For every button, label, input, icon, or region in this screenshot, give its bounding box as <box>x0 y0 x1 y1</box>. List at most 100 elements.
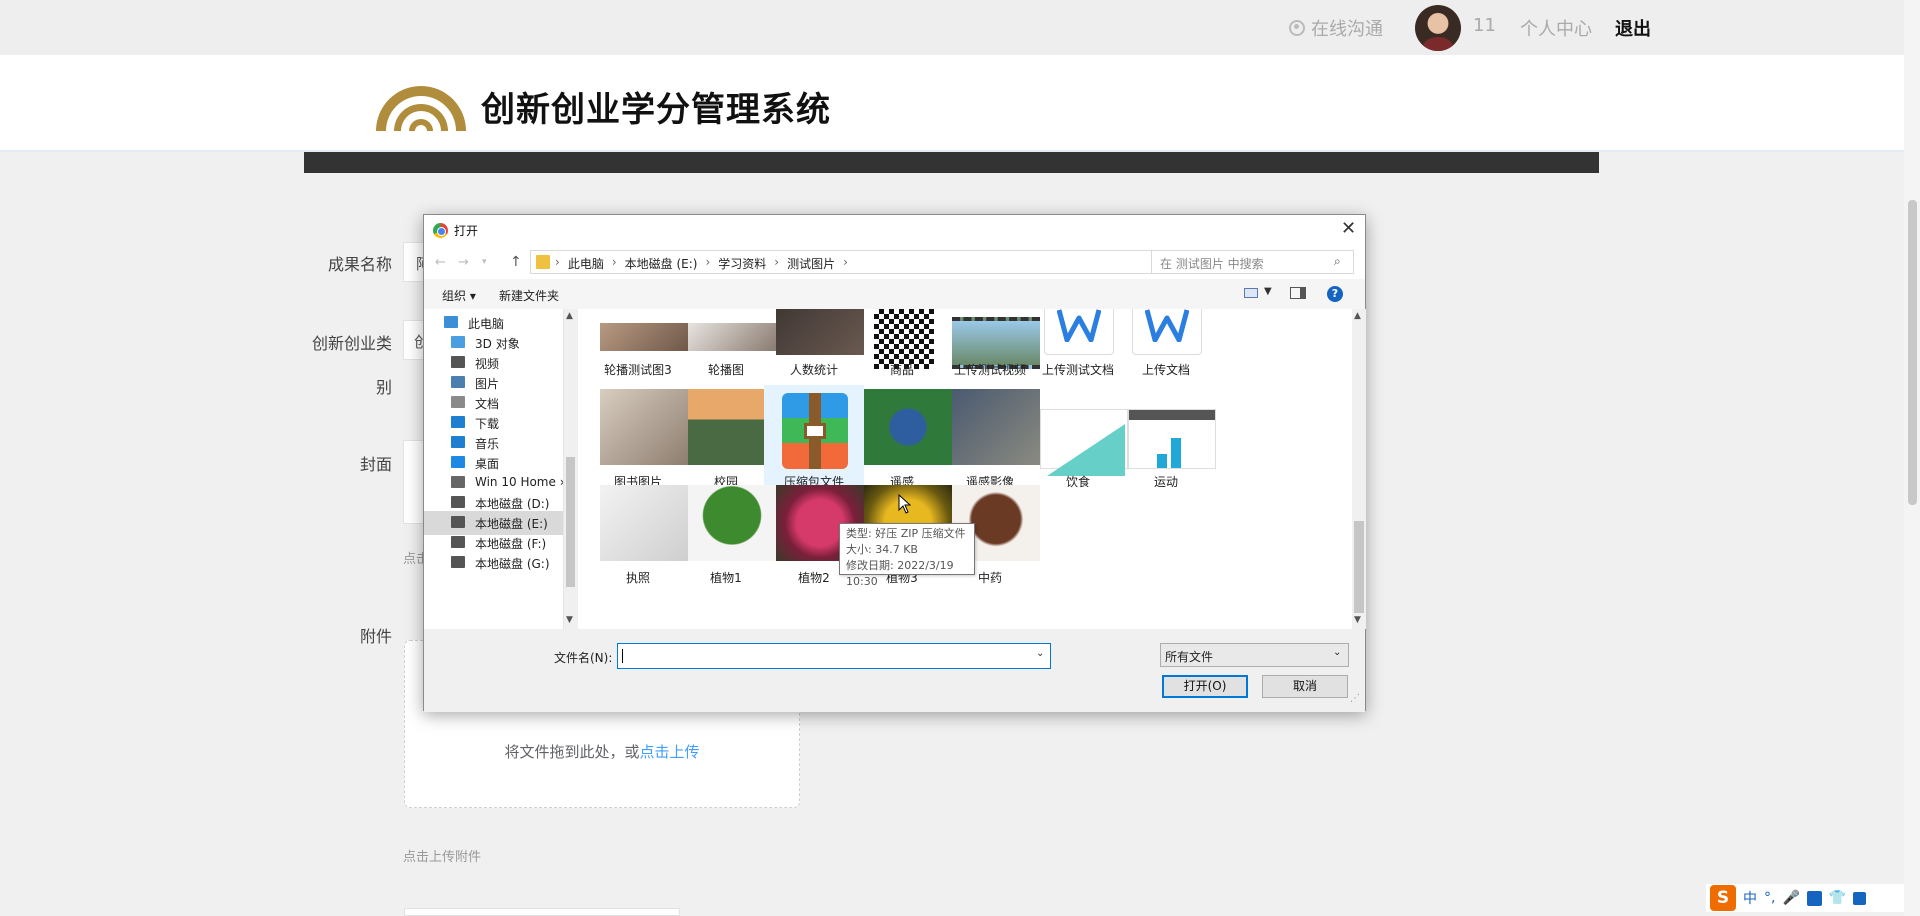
this-pc-icon <box>444 316 458 328</box>
navigation-pane: 此电脑 3D 对象 视频 图片 文档 下载 音乐 桌面 Win 10 Home › 本地磁盘 (D… <box>424 309 564 629</box>
files-scrollbar[interactable]: ▲ ▼ <box>1352 309 1366 629</box>
files-scroll-thumb[interactable] <box>1354 521 1364 613</box>
logout-link[interactable]: 退出 <box>1615 15 1651 41</box>
attachment-label: 附件 <box>359 627 392 646</box>
close-icon[interactable]: ✕ <box>1341 218 1356 239</box>
history-dropdown-icon[interactable]: ▾ <box>482 257 487 267</box>
nav-item-label: Win 10 Home › <box>475 475 564 489</box>
ime-punctuation[interactable]: °, <box>1764 890 1775 906</box>
help-icon[interactable]: ? <box>1327 286 1343 302</box>
dialog-footer: 文件名(N): ⌄ 所有文件 ⌄ 打开(O) 取消 <box>424 629 1365 712</box>
file-tooltip: 类型: 好压 ZIP 压缩文件 大小: 34.7 KB 修改日期: 2022/3… <box>839 523 975 588</box>
nav-item-label: 视频 <box>475 357 500 371</box>
name-label: 成果名称 <box>327 255 392 274</box>
nav-item-label: 本地磁盘 (F:) <box>475 537 547 551</box>
dialog-titlebar[interactable]: 打开 ✕ <box>424 215 1365 245</box>
file-item-diet[interactable]: 饮食 <box>1028 385 1128 497</box>
file-item-sports[interactable]: 运动 <box>1116 385 1216 497</box>
back-arrow-icon[interactable]: ← <box>435 255 446 270</box>
scroll-down-icon[interactable]: ▼ <box>1354 615 1361 625</box>
chart-thumb <box>1128 409 1216 469</box>
up-arrow-icon[interactable]: ↑ <box>510 254 522 270</box>
online-chat-link[interactable]: 在线沟通 <box>1289 15 1383 41</box>
file-label: 运动 <box>1153 475 1178 489</box>
breadcrumb-this-pc[interactable]: 此电脑 <box>568 255 604 272</box>
online-chat-label: 在线沟通 <box>1311 19 1383 40</box>
qr-code-thumb <box>874 309 934 369</box>
keyboard-icon[interactable] <box>1806 890 1822 906</box>
file-label: 植物1 <box>710 571 742 585</box>
filename-input[interactable]: ⌄ <box>617 643 1051 669</box>
tooltip-date: 修改日期: 2022/3/19 10:30 <box>846 559 954 588</box>
top-bar: 在线沟通 11 个人中心 退出 <box>0 0 1904 55</box>
view-dropdown-icon[interactable]: ▼ <box>1264 286 1272 297</box>
downloads-icon <box>451 416 465 428</box>
chrome-icon <box>433 223 448 238</box>
image-thumbnail <box>688 323 776 351</box>
nav-scrollbar[interactable]: ▲ ▼ <box>564 309 577 629</box>
search-icon: ⌕ <box>1334 254 1341 268</box>
nav-item-label: 桌面 <box>475 457 500 471</box>
word-doc-icon <box>1132 309 1202 355</box>
word-doc-icon <box>1044 309 1114 355</box>
view-mode-icon[interactable] <box>1244 288 1258 298</box>
image-thumbnail <box>776 309 864 355</box>
organize-button[interactable]: 组织 ▾ <box>442 287 476 304</box>
file-label: 上传测试文档 <box>1041 363 1114 377</box>
forward-arrow-icon[interactable]: → <box>458 255 469 270</box>
click-upload-link[interactable]: 点击上传 <box>640 743 700 761</box>
ime-toolbar[interactable]: S 中 °, 🎤 👕 <box>1706 884 1904 912</box>
win10-home-icon <box>451 476 465 488</box>
file-item-plant-1[interactable]: 植物1 <box>676 481 776 593</box>
cancel-button[interactable]: 取消 <box>1262 675 1348 698</box>
grid-icon[interactable] <box>1853 891 1867 905</box>
breadcrumb-test-images[interactable]: 测试图片 <box>787 255 835 272</box>
resize-grip-icon[interactable]: ⋰ <box>1350 693 1360 704</box>
sogou-ime-icon[interactable]: S <box>1710 885 1736 911</box>
nav-scroll-thumb[interactable] <box>566 457 575 587</box>
nav-item-label: 本地磁盘 (E:) <box>475 517 548 531</box>
nav-item-label: 图片 <box>475 377 500 391</box>
drive-f-icon <box>451 536 465 548</box>
category-label-cont: 别 <box>375 378 392 397</box>
scroll-down-icon[interactable]: ▼ <box>566 615 573 625</box>
breadcrumb-study[interactable]: 学习资料 <box>718 255 766 272</box>
file-item-license[interactable]: 执照 <box>588 481 688 593</box>
3d-objects-icon <box>451 336 465 348</box>
ime-language[interactable]: 中 <box>1743 888 1757 908</box>
nav-item-label: 文档 <box>475 397 500 411</box>
open-button[interactable]: 打开(O) <box>1162 675 1248 698</box>
avatar[interactable] <box>1415 5 1461 51</box>
breadcrumb-sep: › <box>611 255 617 269</box>
desktop-icon <box>451 456 465 468</box>
shirt-icon[interactable]: 👕 <box>1829 890 1846 906</box>
scroll-up-icon[interactable]: ▲ <box>1354 311 1361 321</box>
page-scroll-thumb[interactable] <box>1908 200 1917 505</box>
address-bar[interactable]: › 此电脑 › 本地磁盘 (E:) › 学习资料 › 测试图片 › ⌄ ↻ <box>530 250 1238 274</box>
nav-item-label: 下载 <box>475 417 500 431</box>
preview-pane-icon[interactable] <box>1290 287 1306 299</box>
logo-arch-icon <box>376 86 466 131</box>
folder-icon <box>536 255 550 269</box>
microphone-icon[interactable]: 🎤 <box>1782 890 1799 906</box>
next-field[interactable] <box>404 908 680 916</box>
personal-center-link[interactable]: 个人中心 <box>1520 15 1592 41</box>
nav-item-drive-g[interactable]: 本地磁盘 (G:) <box>424 551 563 575</box>
breadcrumb-drive-e[interactable]: 本地磁盘 (E:) <box>625 255 698 272</box>
new-folder-button[interactable]: 新建文件夹 <box>499 287 559 304</box>
drive-e-icon <box>451 516 465 528</box>
file-type-value: 所有文件 <box>1165 650 1214 664</box>
file-type-select[interactable]: 所有文件 ⌄ <box>1160 643 1349 667</box>
nav-item-label: 此电脑 <box>468 317 505 331</box>
user-circle-icon <box>1289 20 1305 36</box>
open-file-dialog: 打开 ✕ ← → ▾ ↑ › 此电脑 › 本地磁盘 (E:) › 学习资料 › … <box>423 214 1366 712</box>
search-input[interactable]: 在 测试图片 中搜索 ⌕ <box>1151 250 1354 274</box>
pictures-icon <box>451 376 465 388</box>
chevron-down-icon[interactable]: ⌄ <box>1036 648 1044 659</box>
page-scrollbar[interactable] <box>1904 0 1920 916</box>
file-label: 轮播测试图3 <box>604 363 672 377</box>
file-label: 上传测试视频 <box>953 363 1026 377</box>
dropzone-text-label: 将文件拖到此处，或 <box>504 743 640 761</box>
scroll-up-icon[interactable]: ▲ <box>566 311 573 321</box>
image-thumbnail <box>600 323 688 351</box>
